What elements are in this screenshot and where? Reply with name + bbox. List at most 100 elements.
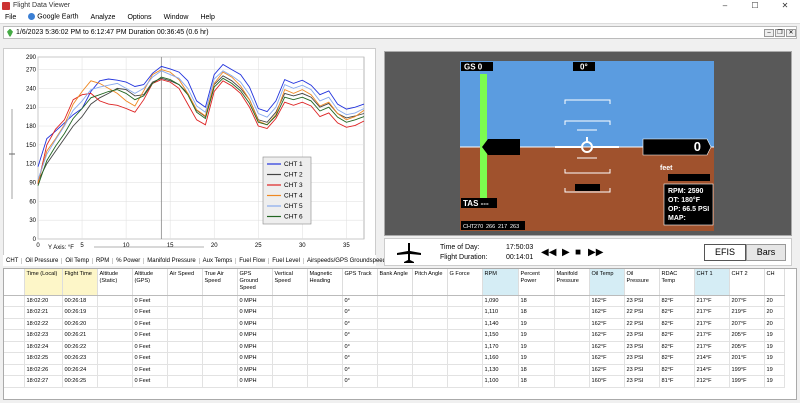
chart-tab-fuel-flow[interactable]: Fuel Flow (236, 257, 270, 264)
table-cell: 18:02:26 (24, 364, 63, 376)
playback-panel: Time of Day: 17:50:03 Flight Duration: 0… (384, 238, 792, 266)
time-of-day-value: 17:50:03 (506, 244, 534, 251)
column-header-manifold-pressure[interactable]: Manifold Pressure (554, 269, 590, 296)
table-cell: 0 Feet (132, 352, 168, 365)
minimize-button[interactable]: – (710, 1, 740, 10)
table-cell (377, 295, 413, 307)
column-header-cht-2[interactable]: CHT 2 (729, 269, 765, 296)
table-cell: 0 MPH (237, 341, 273, 353)
table-cell (447, 295, 483, 307)
fast-forward-button[interactable]: ▶▶ (588, 247, 603, 258)
table-row[interactable]: 18:02:22 00:26:20 0 Feet 0 MPH 0° 1,140 19 162°… (4, 318, 785, 330)
chart-tab--power[interactable]: % Power (113, 257, 145, 264)
table-cell (272, 329, 308, 342)
row-header[interactable] (4, 364, 25, 376)
column-header-gps-track[interactable]: GPS Track (342, 269, 378, 296)
play-button[interactable]: ▶ (562, 247, 570, 258)
chart-tab-oil-temp[interactable]: Oil Temp (62, 257, 93, 264)
column-header-flight-time[interactable]: Flight Time (62, 269, 98, 296)
stop-button[interactable]: ■ (575, 247, 581, 258)
menu-window[interactable]: Window (164, 14, 189, 21)
table-cell (307, 306, 343, 319)
close-button[interactable]: ✕ (770, 1, 800, 10)
row-header[interactable] (4, 306, 25, 319)
column-header-rdac-temp[interactable]: RDAC Temp (659, 269, 695, 296)
column-header-bank-angle[interactable]: Bank Angle (377, 269, 413, 296)
table-cell (167, 295, 203, 307)
table-cell: 0° (342, 375, 378, 388)
table-cell: 217°F (694, 295, 730, 307)
column-header-oil-temp[interactable]: Oil Temp (589, 269, 625, 296)
column-header-altitude-gps[interactable]: Altitude (GPS) (132, 269, 168, 296)
column-header-ch[interactable]: CH (764, 269, 785, 296)
table-row[interactable]: 18:02:23 00:26:21 0 Feet 0 MPH 0° 1,150 19 162°… (4, 329, 785, 342)
table-cell: 18:02:21 (24, 306, 63, 319)
table-cell (272, 352, 308, 365)
column-header-percent-power[interactable]: Percent Power (518, 269, 555, 296)
table-cell (412, 364, 448, 376)
table-cell: 82°F (659, 329, 695, 342)
chart-tab-manifold-pressure[interactable]: Manifold Pressure (144, 257, 200, 264)
table-row[interactable]: 18:02:26 00:26:24 0 Feet 0 MPH 0° 1,130 18 162°… (4, 364, 785, 376)
efis-display: GS 0 0° 0 feet RPM: 2590 OT: 180°F OP: 6… (460, 61, 714, 231)
y-tick-label: 270 (26, 68, 37, 74)
table-cell: 20 (764, 295, 785, 307)
table-row[interactable]: 18:02:25 00:26:23 0 Feet 0 MPH 0° 1,160 19 162°… (4, 352, 785, 365)
column-header-rpm[interactable]: RPM (482, 269, 519, 296)
chart-tab-airspeeds-gps-groundspeed[interactable]: Airspeeds/GPS Groundspeed (304, 257, 390, 264)
row-header[interactable] (4, 341, 25, 353)
table-cell: 162°F (589, 318, 625, 330)
column-header-oil-pressure[interactable]: Oil Pressure (624, 269, 660, 296)
column-header-gps-ground-speed[interactable]: GPS Ground Speed (237, 269, 273, 296)
column-header-true-air-speed[interactable]: True Air Speed (202, 269, 238, 296)
column-header-cht-1[interactable]: CHT 1 (694, 269, 730, 296)
table-row[interactable]: 18:02:20 00:26:18 0 Feet 0 MPH 0° 1,090 18 162°… (4, 295, 785, 307)
column-header-magnetic-heading[interactable]: Magnetic Heading (307, 269, 343, 296)
menu-analyze[interactable]: Analyze (91, 14, 116, 21)
doc-minimize-button[interactable]: – (764, 28, 774, 37)
table-cell: 19 (518, 341, 555, 353)
table-cell (447, 329, 483, 342)
table-row[interactable]: 18:02:21 00:26:19 0 Feet 0 MPH 0° 1,110 18 162°… (4, 306, 785, 319)
table-cell: 82°F (659, 295, 695, 307)
y-tick-label: 120 (26, 162, 37, 168)
column-header-time-local[interactable]: Time (Local) (24, 269, 63, 296)
row-header[interactable] (4, 375, 25, 388)
table-cell (377, 364, 413, 376)
table-row[interactable]: 18:02:27 00:26:25 0 Feet 0 MPH 0° 1,100 18 160°… (4, 375, 785, 388)
column-header-pitch-angle[interactable]: Pitch Angle (412, 269, 448, 296)
efis-view-button[interactable]: EFIS (704, 244, 746, 261)
menu-google-earth[interactable]: Google Earth (28, 13, 79, 21)
legend-label-cht-2: CHT 2 (284, 172, 303, 179)
column-header-air-speed[interactable]: Air Speed (167, 269, 203, 296)
rewind-button[interactable]: ◀◀ (541, 247, 556, 258)
doc-close-button[interactable]: ✕ (786, 28, 796, 37)
doc-restore-button[interactable]: ❐ (775, 28, 785, 37)
chart-tab-cht[interactable]: CHT (3, 257, 23, 264)
cht-chart[interactable]: 03060901201501802102402702900 5 10 15 20 25 30… (4, 49, 377, 254)
column-header-vertical-speed[interactable]: Vertical Speed (272, 269, 308, 296)
bars-view-button[interactable]: Bars (746, 244, 786, 261)
table-cell: 0 MPH (237, 375, 273, 388)
row-header[interactable] (4, 352, 25, 365)
table-row[interactable]: 18:02:24 00:26:22 0 Feet 0 MPH 0° 1,170 19 162°… (4, 341, 785, 353)
row-header[interactable] (4, 318, 25, 330)
column-header-altitude-static[interactable]: Altitude (Static) (97, 269, 133, 296)
table-cell: 0 Feet (132, 306, 168, 319)
table-cell (307, 318, 343, 330)
table-cell: 00:26:25 (62, 375, 98, 388)
menu-file[interactable]: File (5, 14, 16, 21)
chart-tab-fuel-level[interactable]: Fuel Level (269, 257, 304, 264)
row-header[interactable] (4, 329, 25, 342)
chart-tab-aux-temps[interactable]: Aux Temps (200, 257, 237, 264)
menu-help[interactable]: Help (200, 14, 214, 21)
menu-options[interactable]: Options (127, 14, 151, 21)
flight-log-icon (7, 28, 13, 37)
maximize-button[interactable]: ☐ (740, 1, 770, 10)
chart-tab-rpm[interactable]: RPM (93, 257, 114, 264)
column-header-g-force[interactable]: G Force (447, 269, 483, 296)
table-cell: 162°F (589, 306, 625, 319)
row-header[interactable] (4, 295, 25, 307)
svg-text:263: 263 (510, 224, 519, 230)
chart-tab-oil-pressure[interactable]: Oil Pressure (22, 257, 63, 264)
